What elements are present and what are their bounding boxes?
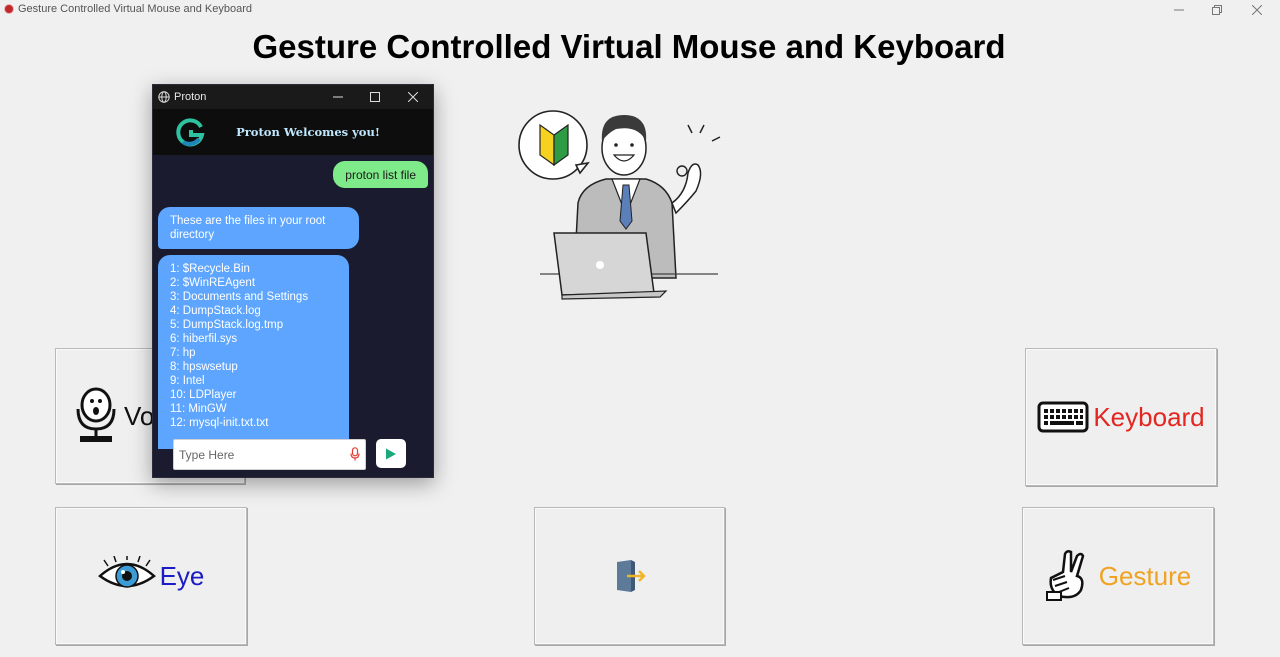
gesture-mouse-button[interactable]: Gesture: [1022, 507, 1214, 645]
list-item: 6: hiberfil.sys: [170, 333, 238, 345]
restore-button[interactable]: [1198, 0, 1236, 20]
list-item: 11: MinGW: [170, 403, 227, 415]
voice-label: Vo: [124, 400, 155, 431]
page-title: Gesture Controlled Virtual Mouse and Key…: [252, 28, 1006, 65]
exit-door-icon: [616, 560, 646, 592]
minimize-button[interactable]: [1160, 0, 1198, 20]
globe-icon: [158, 91, 170, 103]
eye-mouse-button[interactable]: Eye: [55, 507, 247, 645]
minimize-icon: [333, 96, 343, 98]
list-item: 10: LDPlayer: [170, 389, 237, 401]
chat-header: Proton Welcomes you!: [153, 109, 433, 155]
close-button[interactable]: [1238, 0, 1276, 20]
list-item: 7: hp: [170, 347, 196, 359]
eye-label: Eye: [159, 560, 205, 591]
exit-button[interactable]: [534, 507, 725, 645]
keyboard-button[interactable]: Keyboard: [1025, 348, 1217, 486]
proton-chat-window: Proton Proton Welcomes you! proton list …: [152, 84, 434, 478]
proton-logo-icon: [176, 118, 205, 147]
send-button[interactable]: [376, 439, 406, 468]
list-item: 12: mysql-init.txt.txt: [170, 417, 269, 429]
minimize-icon: [1174, 9, 1184, 11]
chat-window-title: Proton: [174, 91, 207, 103]
app-window-title: Gesture Controlled Virtual Mouse and Key…: [18, 3, 252, 15]
app-titlebar: Gesture Controlled Virtual Mouse and Key…: [0, 0, 1280, 20]
businessman-laptop-illustration: [518, 110, 721, 300]
bot-file-list-bubble: 1: $Recycle.Bin 2: $WinREAgent 3: Docume…: [158, 255, 349, 449]
gesture-label: Gesture: [1098, 560, 1192, 591]
list-item: 9: Intel: [170, 375, 205, 387]
illustration: [516, 103, 726, 303]
chat-input-container: [173, 439, 366, 470]
close-icon: [1252, 5, 1262, 15]
list-item: 1: $Recycle.Bin: [170, 263, 250, 275]
list-item: 4: DumpStack.log: [170, 305, 261, 317]
list-item: 2: $WinREAgent: [170, 277, 256, 289]
microphone-icon[interactable]: [350, 447, 360, 461]
chat-message-input[interactable]: [179, 440, 339, 469]
chat-titlebar: Proton: [153, 85, 433, 109]
chat-close-button[interactable]: [395, 85, 431, 109]
app-icon: [5, 5, 13, 13]
list-item: 3: Documents and Settings: [170, 291, 309, 303]
user-message-bubble: proton list file: [333, 161, 428, 188]
list-item: 5: DumpStack.log.tmp: [170, 319, 284, 331]
restore-icon: [1212, 5, 1222, 15]
keyboard-icon: [1037, 401, 1089, 433]
send-icon: [386, 448, 396, 459]
keyboard-label: Keyboard: [1093, 401, 1205, 432]
maximize-icon: [370, 92, 380, 102]
victory-hand-icon: [1045, 550, 1085, 601]
chat-maximize-button[interactable]: [357, 85, 393, 109]
close-icon: [408, 92, 418, 102]
bot-message-bubble: These are the files in your root directo…: [158, 207, 359, 249]
list-item: 8: hpswsetup: [170, 361, 238, 373]
eye-icon: [97, 556, 156, 588]
chat-welcome-text: Proton Welcomes you!: [236, 125, 380, 139]
chat-minimize-button[interactable]: [320, 85, 356, 109]
microphone-icon: [76, 387, 116, 442]
